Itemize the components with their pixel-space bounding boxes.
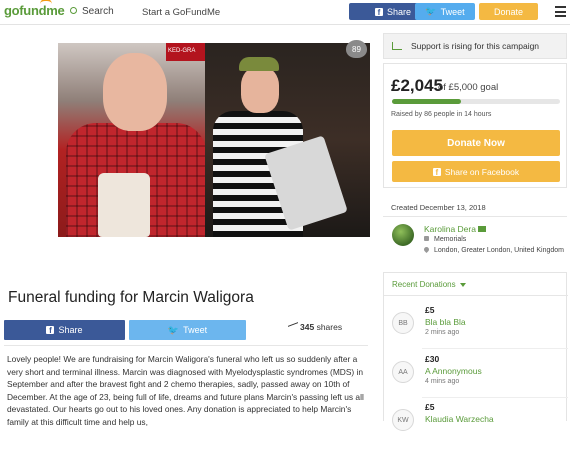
donor-avatar: BB <box>392 312 414 334</box>
search-link[interactable]: Search <box>70 6 114 17</box>
raised-by-text: Raised by 86 people in 14 hours <box>391 111 492 118</box>
trending-icon <box>288 322 298 332</box>
donation-item: BB £5 Bla bla Bla 2 mins ago <box>384 303 568 353</box>
category-label: Memorials <box>434 236 467 243</box>
facebook-icon: f <box>374 7 383 17</box>
divider <box>384 295 568 296</box>
photo-right-person <box>205 43 370 237</box>
logo-sun-icon <box>40 0 52 4</box>
share-count: 345 shares <box>288 322 342 332</box>
divider <box>422 348 568 349</box>
shares-label: shares <box>316 322 343 332</box>
donate-button-top[interactable]: Donate <box>479 3 538 20</box>
donor-avatar: AA <box>392 361 414 383</box>
share-on-facebook-button[interactable]: f Share on Facebook <box>392 161 560 182</box>
shares-number: 345 <box>300 322 315 332</box>
face <box>241 67 279 113</box>
menu-icon[interactable] <box>555 6 566 20</box>
location-label: London, Greater London, United Kingdom <box>434 247 564 254</box>
tag-icon <box>424 236 429 241</box>
donation-time: 2 mins ago <box>425 329 460 336</box>
donate-now-button[interactable]: Donate Now <box>392 130 560 156</box>
donation-item: KW £5 Klaudia Warzecha <box>384 400 568 450</box>
tweet-label: Tweet <box>440 6 465 17</box>
donor-name: Bla bla Bla <box>425 317 466 327</box>
share-facebook-button[interactable]: f Share <box>4 320 125 340</box>
mail-icon[interactable] <box>477 226 486 232</box>
divider <box>383 216 567 217</box>
cap <box>239 57 279 71</box>
location-pin-icon <box>422 245 431 254</box>
twitter-icon: 🐦 <box>425 6 437 16</box>
facebook-icon: f <box>432 167 441 177</box>
organizer-location: London, Greater London, United Kingdom <box>422 245 564 254</box>
organizer-name: Karolina Dera <box>424 224 476 234</box>
recent-title-label: Recent Donations <box>392 280 456 289</box>
donation-amount: £30 <box>425 354 440 364</box>
amount-raised: £2,045 <box>391 76 443 95</box>
progress-bar <box>392 99 560 104</box>
donation-amount: £5 <box>425 402 435 412</box>
tweet-button[interactable]: 🐦 Tweet <box>129 320 246 340</box>
top-navigation-bar: gofundme Search Start a GoFundMe f Share… <box>0 0 570 25</box>
campaign-photo: KED-GRA <box>58 43 370 237</box>
background-sign: KED-GRA <box>166 43 206 61</box>
goal-text: of £5,000 goal <box>438 82 499 93</box>
search-icon <box>70 7 77 14</box>
organizer-name-link[interactable]: Karolina Dera <box>424 224 486 234</box>
chevron-down-icon <box>459 282 466 287</box>
donation-amount: £5 <box>425 305 435 315</box>
progress-fill <box>392 99 461 104</box>
tweet-label: Tweet <box>183 325 208 335</box>
photo-left-person: KED-GRA <box>58 43 206 237</box>
recent-donations-panel: Recent Donations BB £5 Bla bla Bla 2 min… <box>383 272 568 431</box>
recent-donations-dropdown[interactable]: Recent Donations <box>392 280 466 289</box>
logo-text: gofundme <box>4 3 65 18</box>
campaign-title: Funeral funding for Marcin Waligora <box>8 289 254 306</box>
rising-banner: Support is rising for this campaign <box>383 33 567 59</box>
gofundme-logo[interactable]: gofundme <box>4 0 65 18</box>
share-label: Share <box>386 6 412 17</box>
campaign-story: Lovely people! We are fundraising for Ma… <box>7 354 364 427</box>
search-label: Search <box>82 6 114 17</box>
drink-cup <box>98 173 150 237</box>
heart-like-badge[interactable]: 89 <box>346 40 367 58</box>
rising-text: Support is rising for this campaign <box>411 41 540 51</box>
donor-avatar: KW <box>392 409 414 431</box>
divider <box>4 345 368 346</box>
share-label: Share <box>58 325 83 335</box>
donor-name: Klaudia Warzecha <box>425 414 494 424</box>
tweet-button-top[interactable]: 🐦 Tweet <box>415 3 475 20</box>
created-date: Created December 13, 2018 <box>391 203 486 212</box>
start-gofundme-link[interactable]: Start a GoFundMe <box>142 7 220 18</box>
twitter-icon: 🐦 <box>167 324 180 335</box>
chart-rising-icon <box>392 42 402 50</box>
divider <box>422 397 568 398</box>
organizer-avatar[interactable] <box>392 224 414 246</box>
face <box>103 53 167 131</box>
donor-name: A Annonymous <box>425 366 482 376</box>
organizer-category[interactable]: Memorials <box>424 236 466 243</box>
share-facebook-label: Share on Facebook <box>444 166 520 177</box>
donate-label: Donate <box>493 6 524 17</box>
donation-panel: £2,045 of £5,000 goal Raised by 86 peopl… <box>383 63 567 188</box>
facebook-icon: f <box>46 326 55 335</box>
organizer-panel: Created December 13, 2018 Karolina Dera … <box>383 197 567 267</box>
donation-time: 4 mins ago <box>425 378 460 385</box>
donation-item: AA £30 A Annonymous 4 mins ago <box>384 352 568 402</box>
like-count: 89 <box>352 44 361 54</box>
